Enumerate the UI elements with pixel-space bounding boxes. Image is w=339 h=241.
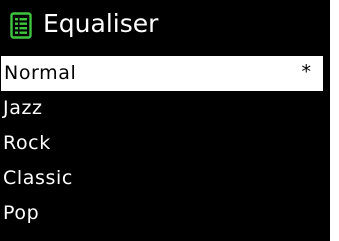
menu-item-label: Classic: [3, 167, 73, 189]
menu-item-label: Pop: [3, 202, 40, 224]
menu-item-jazz[interactable]: Jazz: [0, 91, 330, 126]
menu-item-label: Normal: [4, 62, 77, 84]
equaliser-menu: Normal * Jazz Rock Classic Pop: [0, 56, 330, 231]
menu-item-normal[interactable]: Normal *: [1, 56, 323, 91]
menu-item-label: Rock: [3, 132, 51, 154]
radio-display: Equaliser Normal * Jazz Rock Classic Pop: [0, 0, 330, 241]
menu-header: Equaliser: [0, 0, 330, 56]
selected-mark: *: [301, 61, 312, 83]
menu-title: Equaliser: [43, 9, 159, 38]
list-icon: [10, 12, 32, 39]
menu-item-classic[interactable]: Classic: [0, 161, 330, 196]
menu-item-label: Jazz: [3, 97, 43, 119]
menu-item-rock[interactable]: Rock: [0, 126, 330, 161]
menu-item-pop[interactable]: Pop: [0, 196, 330, 231]
